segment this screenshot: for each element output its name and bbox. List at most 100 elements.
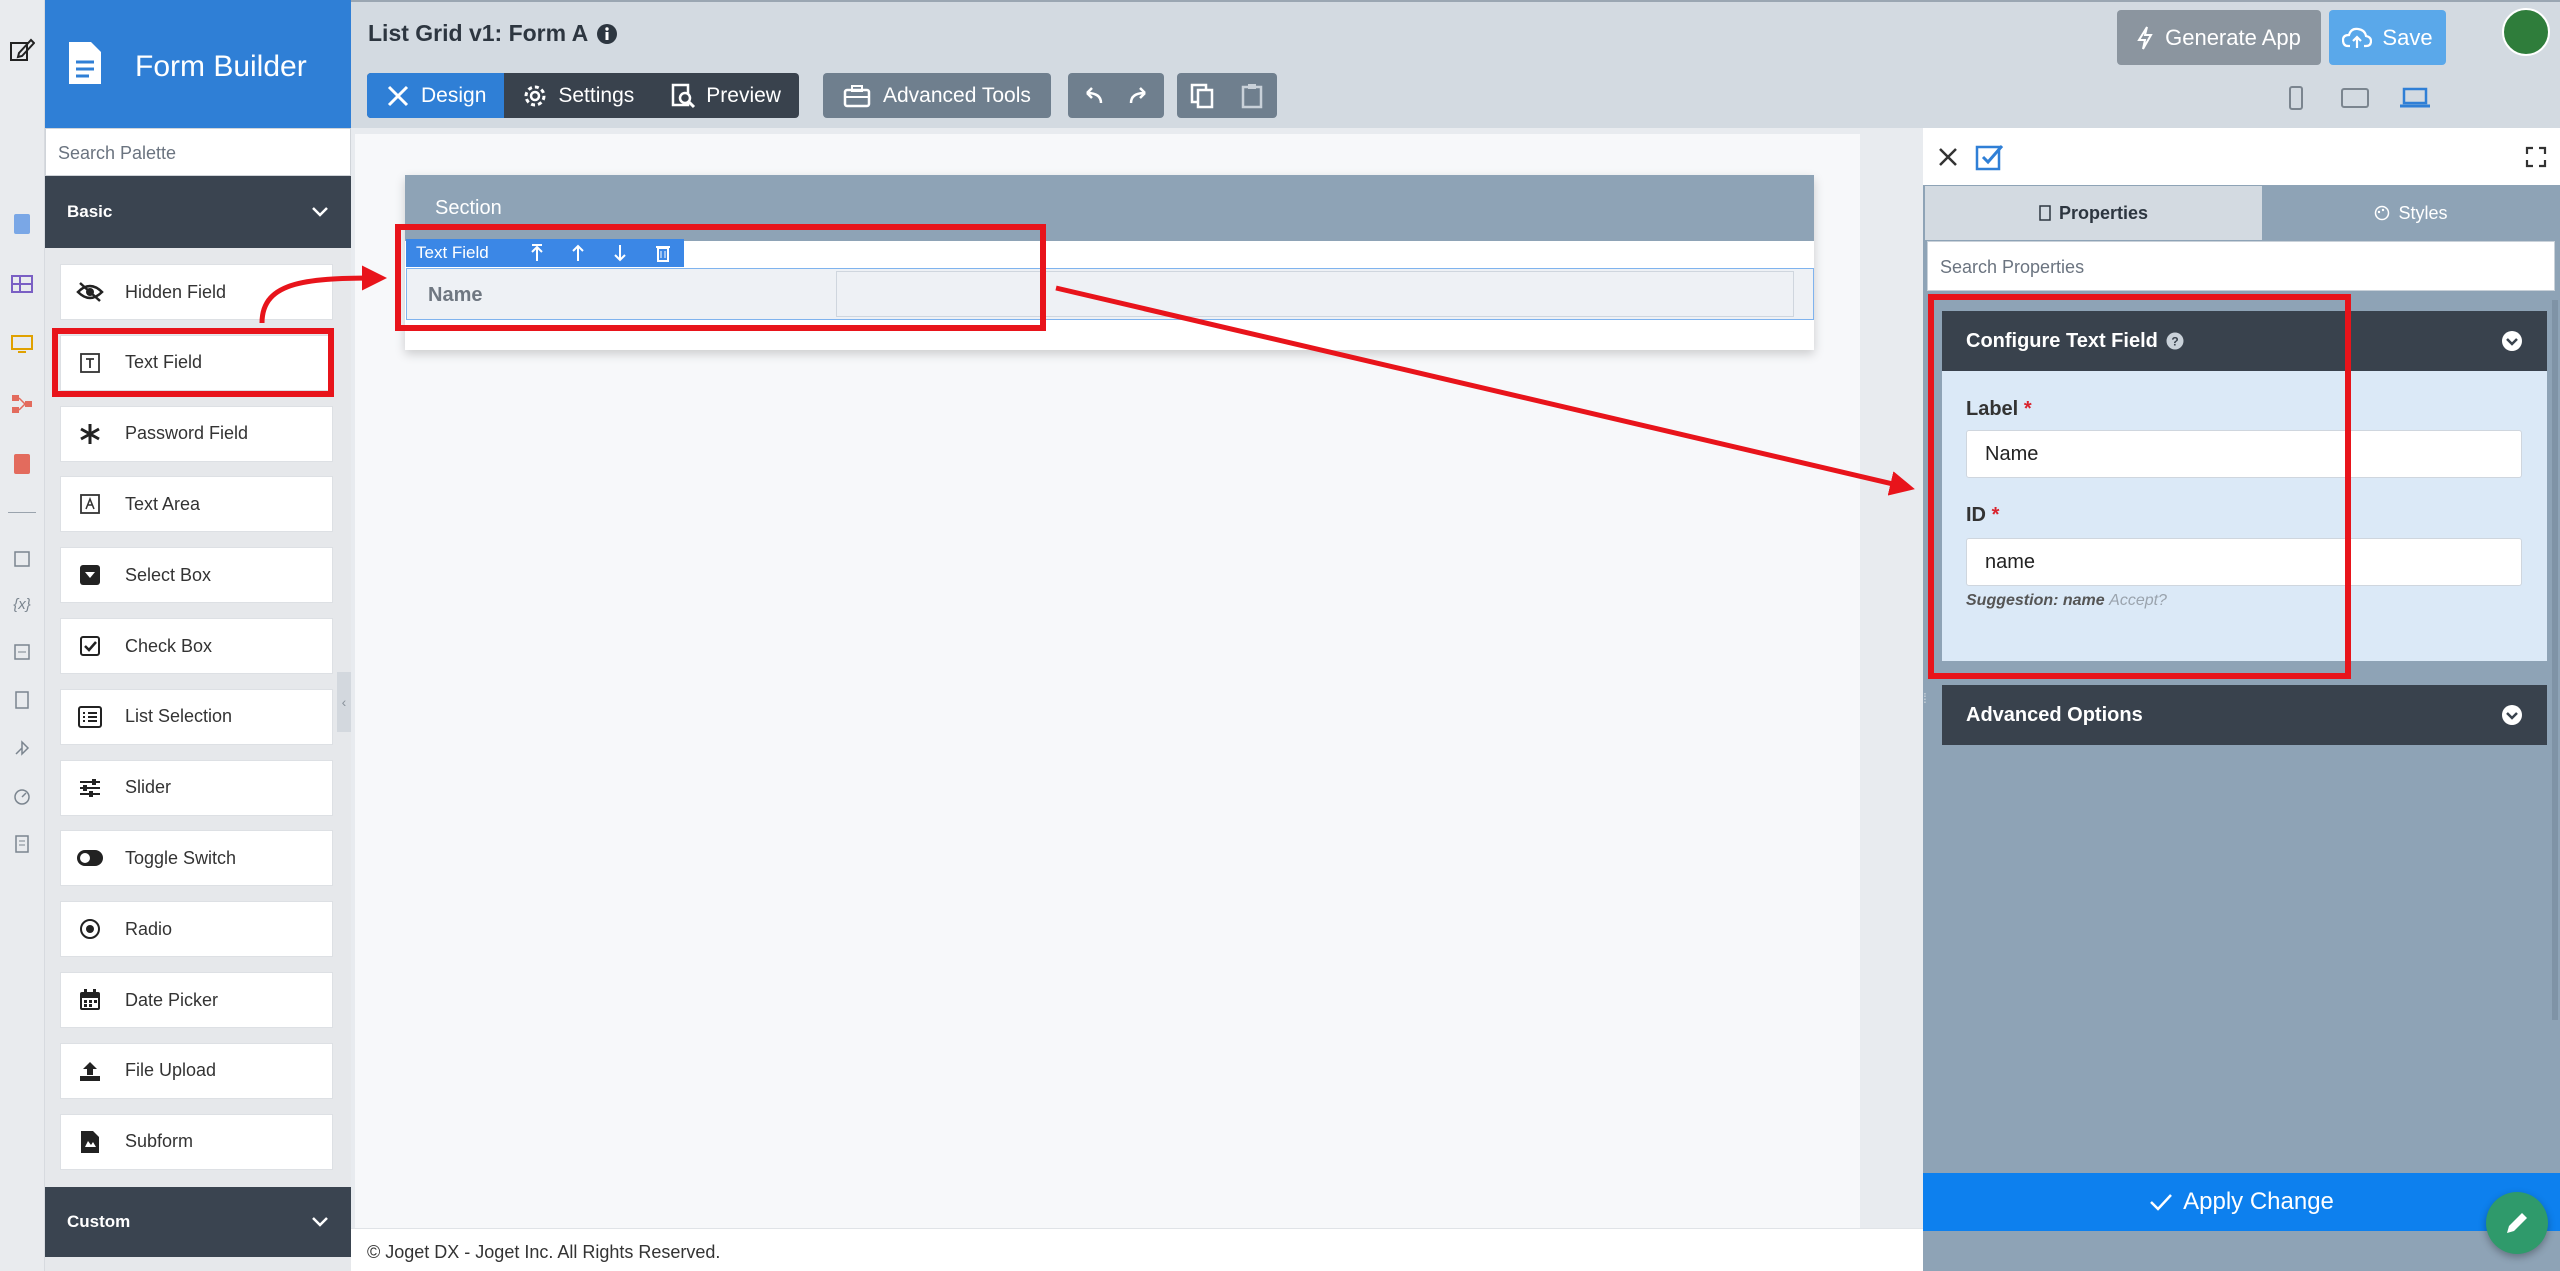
chevron-circle-down-icon: [2501, 330, 2523, 352]
advanced-tools-button[interactable]: Advanced Tools: [823, 73, 1051, 118]
basic-group-header[interactable]: Basic: [45, 176, 351, 248]
rail-divider: [8, 512, 36, 513]
pdf-icon[interactable]: [8, 450, 36, 478]
tab-styles[interactable]: Styles: [2262, 186, 2560, 240]
asterisk-icon: [75, 419, 105, 449]
advanced-options-header[interactable]: Advanced Options: [1942, 685, 2547, 745]
advanced-options-label: Advanced Options: [1966, 703, 2143, 726]
palette-item-file-upload[interactable]: File Upload: [60, 1042, 333, 1099]
form-title-text: List Grid v1: Form A: [368, 20, 589, 46]
palette-item-label: Radio: [125, 918, 173, 939]
palette-item-label: Toggle Switch: [125, 847, 237, 868]
tablet-view-icon[interactable]: [2333, 80, 2377, 116]
upload-icon: [75, 1056, 105, 1086]
design-tools-icon: [385, 83, 411, 109]
apply-change-button[interactable]: Apply Change: [1923, 1173, 2560, 1231]
file-icon[interactable]: [8, 686, 36, 714]
properties-scrollbar[interactable]: [2552, 300, 2558, 1020]
palette-item-text-area[interactable]: Text Area: [60, 476, 333, 533]
variable-icon[interactable]: {x}: [8, 590, 36, 618]
properties-toolbar: [1923, 128, 2560, 185]
toolbox-icon: [843, 84, 871, 108]
footer: © Joget DX - Joget Inc. All Rights Reser…: [351, 1228, 1923, 1271]
pencil-icon: [2502, 1208, 2532, 1238]
resource-icon[interactable]: [8, 638, 36, 666]
note-icon[interactable]: [8, 545, 36, 573]
text-area-icon: [75, 489, 105, 519]
settings-label: Settings: [558, 83, 635, 107]
plugin-icon[interactable]: [8, 734, 36, 762]
palette-item-select-box[interactable]: Select Box: [60, 547, 333, 604]
datalist-icon[interactable]: [8, 270, 36, 298]
chevron-down-icon: [311, 206, 329, 218]
apply-change-label: Apply Change: [2183, 1188, 2334, 1215]
form-builder-logo-icon: [67, 40, 103, 86]
palette-item-radio[interactable]: Radio: [60, 901, 333, 958]
redo-icon[interactable]: [1116, 73, 1164, 118]
palette-item-label: List Selection: [125, 706, 233, 727]
preview-label: Preview: [706, 83, 781, 107]
close-icon[interactable]: [1937, 146, 1959, 168]
palette-item-label: Select Box: [125, 564, 212, 585]
palette-item-check-box[interactable]: Check Box: [60, 618, 333, 674]
palette-item-list-selection[interactable]: List Selection: [60, 688, 333, 745]
design-button[interactable]: Design: [367, 73, 505, 118]
panel-resize-handle[interactable]: ⁞: [1923, 690, 1931, 716]
avatar[interactable]: [2502, 8, 2550, 56]
palette-item-slider[interactable]: Slider: [60, 759, 333, 816]
annotation-box-canvas: [395, 224, 1046, 331]
calendar-icon: [75, 985, 105, 1015]
performance-icon[interactable]: [8, 782, 36, 810]
tab-properties[interactable]: Properties: [1925, 186, 2262, 240]
palette-collapse-handle[interactable]: ‹: [337, 672, 351, 732]
edit-fab-button[interactable]: [2486, 1192, 2548, 1254]
subform-icon: [75, 1127, 105, 1157]
settings-button[interactable]: Settings: [504, 73, 652, 118]
search-properties-input[interactable]: Search Properties: [1927, 241, 2555, 291]
undo-icon[interactable]: [1068, 73, 1116, 118]
eye-slash-icon: [75, 277, 105, 307]
form-title: List Grid v1: Form A: [368, 20, 618, 47]
document-icon: [2039, 205, 2051, 221]
design-label: Design: [421, 83, 487, 107]
info-icon[interactable]: [596, 23, 618, 45]
check-icon: [2149, 1192, 2173, 1212]
logs-icon[interactable]: [8, 830, 36, 858]
custom-group-header[interactable]: Custom: [45, 1187, 351, 1257]
check-square-icon[interactable]: [1975, 142, 2005, 172]
copy-icon[interactable]: [1177, 73, 1227, 118]
paste-icon[interactable]: [1227, 73, 1277, 118]
search-palette-input[interactable]: Search Palette: [45, 128, 351, 176]
palette-item-hidden-field[interactable]: Hidden Field: [60, 264, 333, 320]
gear-icon: [522, 83, 548, 109]
chevron-circle-down-icon: [2501, 704, 2523, 726]
palette-item-password-field[interactable]: Password Field: [60, 405, 333, 462]
checkbox-icon: [75, 631, 105, 661]
edit-icon[interactable]: [8, 36, 36, 64]
custom-group-label: Custom: [67, 1212, 131, 1231]
palette-item-toggle-switch[interactable]: Toggle Switch: [60, 830, 333, 887]
list-icon: [75, 702, 105, 732]
mode-toolbar: Design Settings Preview: [367, 73, 799, 118]
form-doc-icon[interactable]: [8, 210, 36, 238]
palette-item-date-picker[interactable]: Date Picker: [60, 972, 333, 1028]
palette-item-label: File Upload: [125, 1060, 217, 1081]
cloud-upload-icon: [2342, 26, 2373, 50]
palette-item-label: Subform: [125, 1131, 194, 1152]
generate-app-button[interactable]: Generate App: [2117, 10, 2321, 65]
userview-icon[interactable]: [8, 330, 36, 358]
palette-item-label: Hidden Field: [125, 281, 227, 302]
process-icon[interactable]: [8, 390, 36, 418]
palette-item-label: Password Field: [125, 423, 249, 444]
palette-item-label: Check Box: [125, 635, 213, 656]
palette-item-label: Slider: [125, 777, 172, 798]
palette-item-subform[interactable]: Subform: [60, 1113, 333, 1170]
save-label: Save: [2382, 24, 2433, 50]
desktop-view-icon[interactable]: [2393, 80, 2437, 116]
palette-icon: [2374, 205, 2390, 221]
mobile-view-icon[interactable]: [2274, 80, 2318, 116]
preview-button[interactable]: Preview: [652, 73, 799, 118]
save-button[interactable]: Save: [2329, 10, 2446, 65]
expand-icon[interactable]: [2525, 146, 2547, 168]
select-box-icon: [75, 560, 105, 590]
